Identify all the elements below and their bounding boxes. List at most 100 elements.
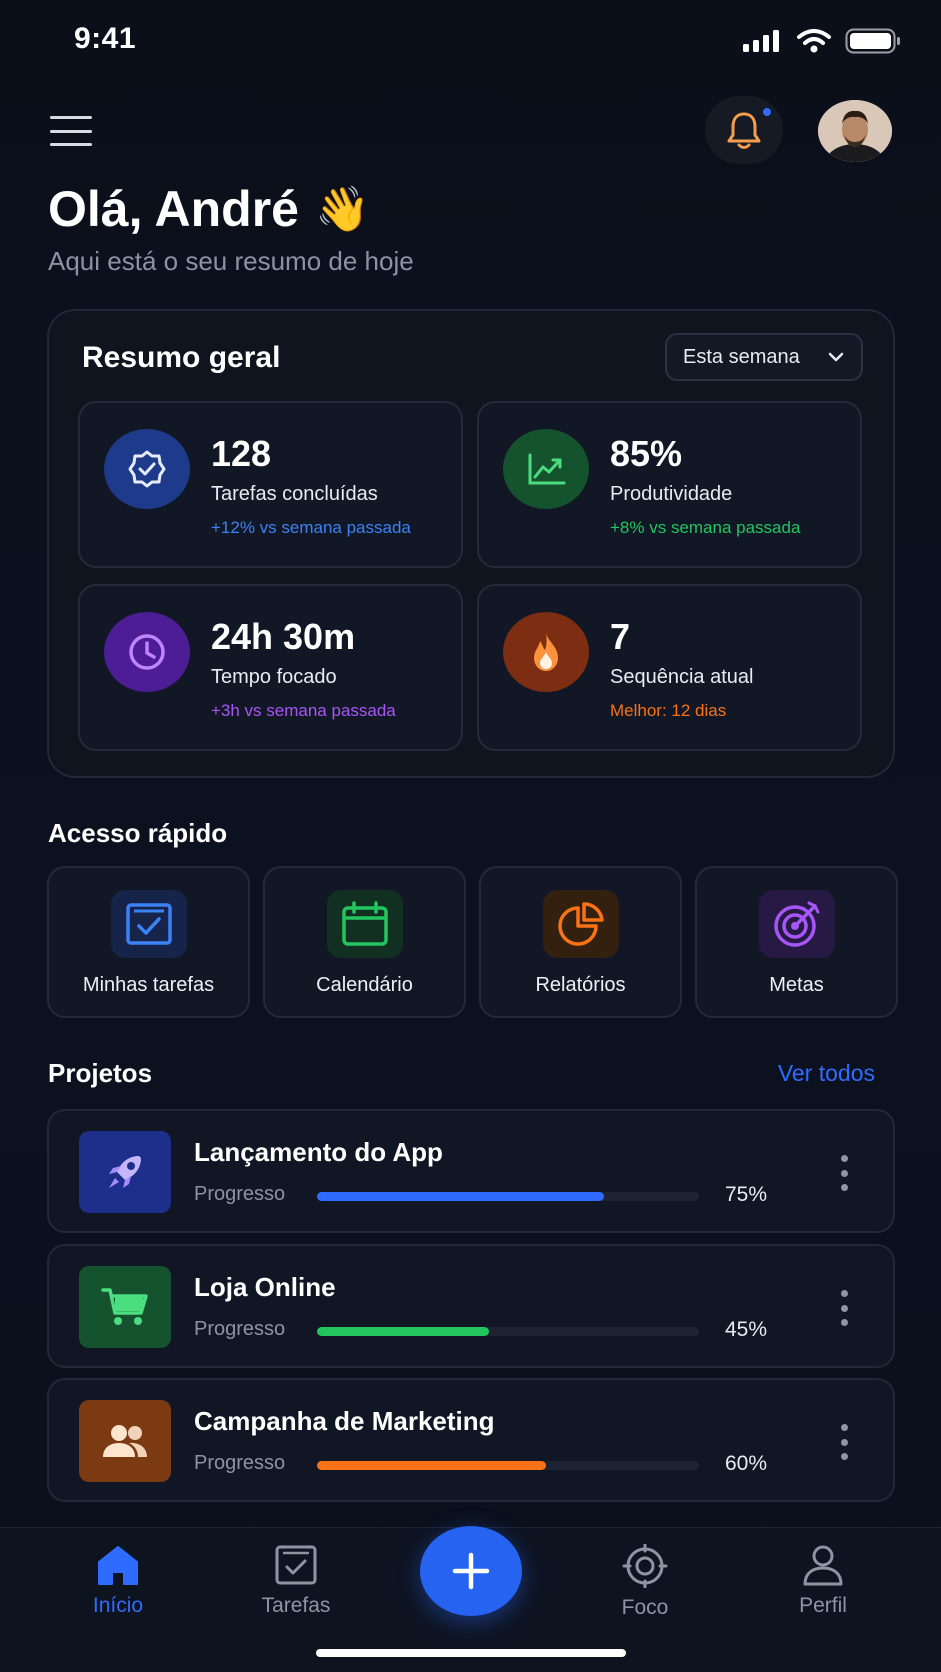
stat-productivity[interactable]: 85% Produtividade +8% vs semana passada [477,401,862,568]
stat-delta: +8% vs semana passada [610,518,801,537]
projects-title: Projetos [48,1058,153,1088]
trend-up-icon [528,453,566,485]
greeting-subtitle: Aqui está o seu resumo de hoje [48,246,414,276]
more-options-icon[interactable] [839,1290,849,1326]
users-icon [103,1425,147,1457]
nav-focus[interactable]: Foco [585,1544,705,1620]
status-icons [743,28,901,54]
project-row[interactable]: Lançamento do App Progresso 75% [47,1109,895,1233]
stat-label: Tempo focado [211,666,337,688]
signal-icon [743,30,779,52]
project-icon-box [79,1266,171,1348]
greeting-text: Olá, André [48,181,299,237]
see-all-link[interactable]: Ver todos [778,1060,875,1087]
quick-icon-box [542,890,619,958]
quick-my-tasks[interactable]: Minhas tarefas [47,866,250,1018]
home-icon [98,1546,138,1585]
quick-icon-box [758,890,835,958]
pie-chart-icon [557,902,604,946]
greeting: Olá, André 👋 [48,180,370,238]
add-button[interactable] [420,1526,522,1616]
stat-delta: Melhor: 12 dias [610,701,727,720]
more-options-icon[interactable] [839,1424,849,1460]
quick-label: Relatórios [535,974,626,996]
quick-reports[interactable]: Relatórios [479,866,682,1018]
quick-calendar[interactable]: Calendário [263,866,466,1018]
nav-profile[interactable]: Perfil [763,1544,883,1618]
stat-icon-circle [503,429,589,509]
progress-fill [317,1327,489,1336]
quick-label: Minhas tarefas [82,974,215,996]
menu-line [50,143,92,146]
notifications-button[interactable] [705,96,783,164]
nav-tasks[interactable]: Tarefas [236,1544,356,1618]
nav-label: Tarefas [261,1594,331,1617]
progress-percent: 75% [725,1183,768,1206]
stat-label: Produtividade [610,483,733,505]
stat-value: 7 [610,616,631,657]
project-name: Loja Online [194,1272,336,1302]
stat-delta: +3h vs semana passada [211,701,396,720]
flame-icon [534,633,558,671]
project-name: Campanha de Marketing [194,1406,495,1436]
check-badge-icon [128,450,166,488]
home-screen: 9:41 Olá, André 👋 Aqui está o seu resumo… [0,0,941,1672]
avatar-photo [818,100,892,162]
cart-icon [101,1288,148,1325]
menu-button[interactable] [50,116,92,146]
menu-line [50,129,92,133]
progress-track [317,1192,699,1201]
status-time: 9:41 [74,22,137,55]
stat-focus-time[interactable]: 24h 30m Tempo focado +3h vs semana passa… [78,584,463,751]
checklist-icon [125,903,172,945]
chevron-down-icon [828,352,844,362]
progress-track [317,1461,699,1470]
stat-value: 128 [211,433,272,474]
menu-line [50,116,92,119]
project-name: Lançamento do App [194,1137,443,1167]
home-indicator [316,1649,626,1657]
battery-icon [845,28,900,54]
stat-value: 85% [610,433,683,474]
progress-fill [317,1461,547,1470]
avatar[interactable] [818,100,892,162]
period-select-value: Esta semana [683,345,800,368]
quick-icon-box [326,890,403,958]
progress-label: Progresso [194,1318,286,1340]
more-options-icon[interactable] [839,1155,849,1191]
plus-icon [452,1552,490,1590]
summary-title: Resumo geral [82,341,281,374]
progress-fill [317,1192,604,1201]
project-icon-box [79,1131,171,1213]
tasks-icon [275,1545,317,1585]
rocket-icon [109,1156,141,1188]
progress-percent: 60% [725,1452,768,1475]
calendar-icon [341,901,388,946]
stat-completed-tasks[interactable]: 128 Tarefas concluídas +12% vs semana pa… [78,401,463,568]
target-icon [773,901,819,947]
progress-label: Progresso [194,1452,286,1474]
nav-label: Perfil [799,1594,847,1617]
stat-streak[interactable]: 7 Sequência atual Melhor: 12 dias [477,584,862,751]
period-select[interactable]: Esta semana [665,333,863,381]
stat-icon-circle [104,612,190,692]
summary-card: Resumo geral Esta semana 128 Tarefas con… [47,309,895,778]
stat-label: Sequência atual [610,666,754,688]
focus-icon [622,1544,668,1588]
stat-icon-circle [104,429,190,509]
nav-home[interactable]: Início [58,1544,178,1618]
nav-label: Foco [621,1596,669,1619]
waving-hand-icon: 👋 [314,185,370,234]
project-row[interactable]: Campanha de Marketing Progresso 60% [47,1378,895,1502]
progress-label: Progresso [194,1183,286,1205]
project-row[interactable]: Loja Online Progresso 45% [47,1244,895,1368]
quick-label: Metas [769,974,824,996]
stat-delta: +12% vs semana passada [211,518,411,537]
bell-icon [727,112,761,149]
progress-track [317,1327,699,1336]
stat-icon-circle [503,612,589,692]
quick-goals[interactable]: Metas [695,866,898,1018]
quick-icon-box [110,890,187,958]
stat-value: 24h 30m [211,616,356,657]
quick-access-title: Acesso rápido [48,818,228,848]
